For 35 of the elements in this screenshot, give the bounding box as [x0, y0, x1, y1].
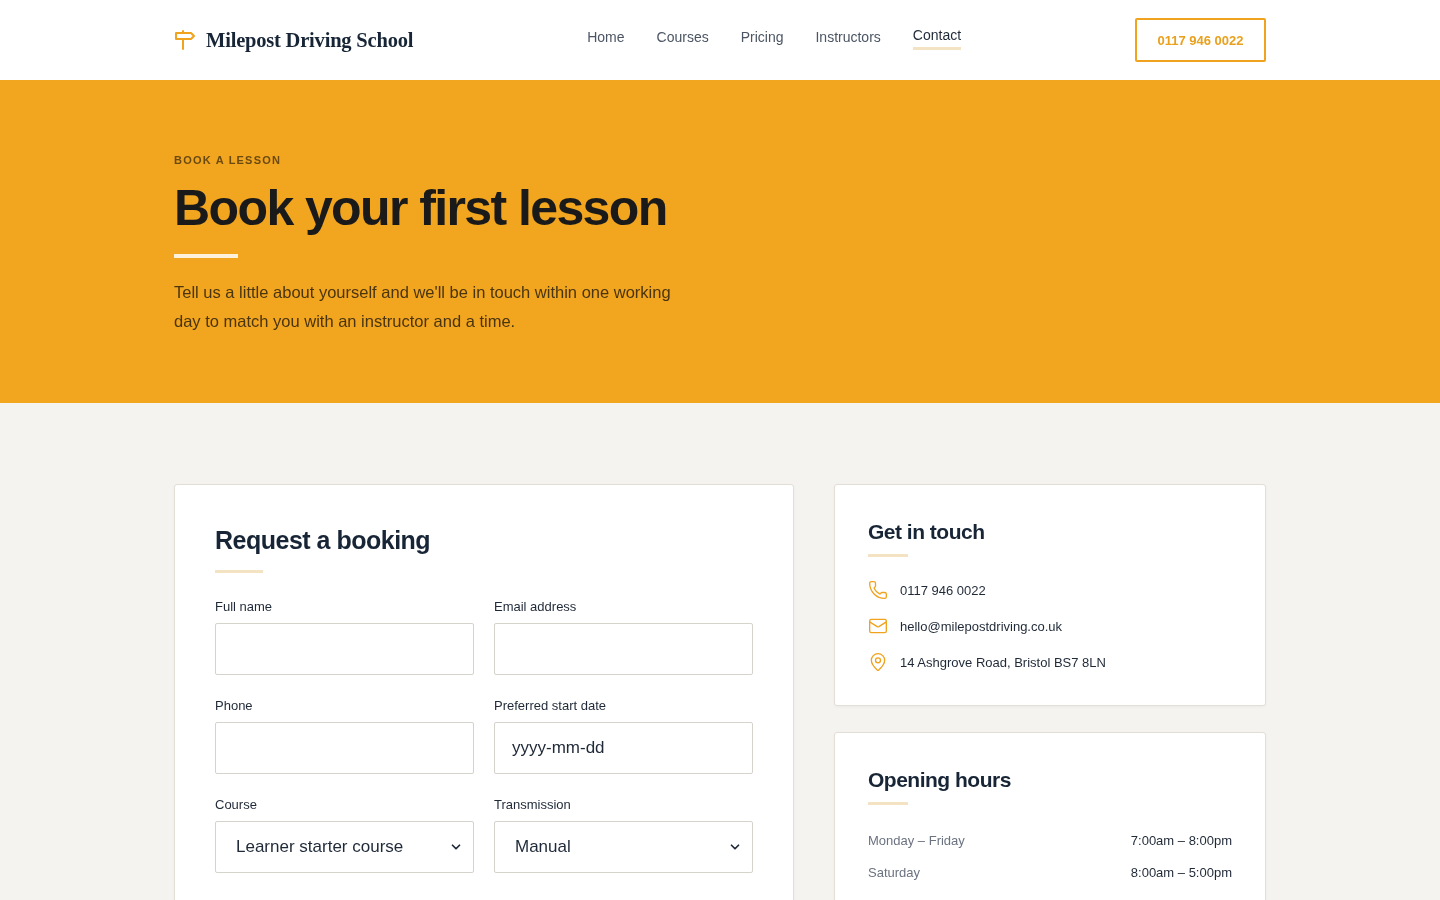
nav-link[interactable]: Pricing [740, 28, 784, 52]
nav-link[interactable]: Courses [656, 28, 709, 52]
card-title: Get in touch [868, 519, 986, 545]
hours-time: 8:00am – 5:00pm [1130, 864, 1232, 880]
hero-title: Book your first lesson [174, 180, 668, 236]
field-label: Transmission [494, 797, 572, 813]
field-label: Course [215, 797, 258, 813]
card-title: Opening hours [868, 767, 1012, 793]
eyebrow-text: BOOK A LESSON [174, 153, 283, 168]
phone-icon [868, 580, 888, 600]
day-label: Monday – Friday [868, 832, 965, 848]
input-field[interactable] [215, 722, 474, 774]
select-field[interactable]: Manual [494, 821, 753, 873]
input-field[interactable] [494, 623, 753, 675]
day-label: Saturday [868, 864, 921, 880]
date-field[interactable]: yyyy-mm-dd [494, 722, 753, 774]
brand-name[interactable]: Milepost Driving School [206, 28, 414, 52]
map-pin-icon [868, 652, 888, 672]
nav-link[interactable]: Instructors [815, 28, 881, 52]
input-field[interactable] [215, 623, 474, 675]
field-label: Phone [215, 698, 254, 714]
hero-text: Tell us a little about yourself and we'll be in touch within one working day to match you with an instructor and a time. [174, 282, 672, 332]
contact-text: hello@milepostdriving.co.uk [900, 618, 1063, 634]
form-title: Request a booking [215, 525, 432, 556]
field-label: Preferred start date [494, 698, 607, 714]
nav-link[interactable]: Home [587, 28, 625, 52]
field-label: Full name [215, 599, 274, 615]
signpost-icon [174, 30, 196, 50]
contact-text: 0117 946 0022 [900, 582, 986, 598]
nav-link[interactable]: Contact [912, 26, 962, 50]
mail-icon [868, 616, 888, 636]
field-label: Email address [494, 599, 578, 615]
contact-text: 14 Ashgrove Road, Bristol BS7 8LN [900, 654, 1106, 670]
hours-time: 7:00am – 8:00pm [1130, 832, 1232, 848]
select-field[interactable]: Learner starter course [215, 821, 474, 873]
